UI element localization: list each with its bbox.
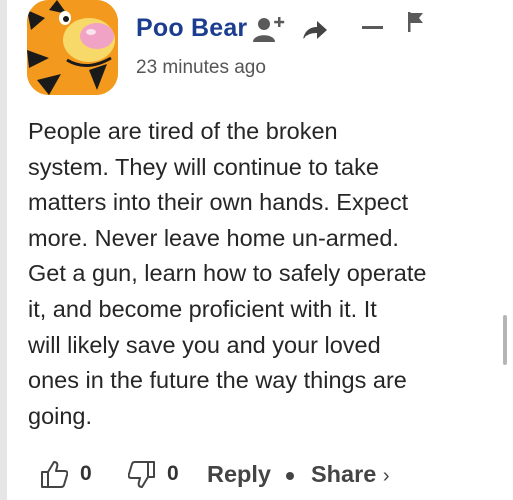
- add-person-icon[interactable]: [253, 15, 287, 43]
- share-arrow-icon[interactable]: [301, 19, 329, 41]
- comment-line: People are tired of the broken: [28, 118, 338, 144]
- separator-dot: [286, 472, 294, 480]
- comment-timestamp: 23 minutes ago: [136, 57, 266, 78]
- comment-line: ones in the future the way things are: [28, 367, 407, 394]
- comment-line: Get a gun, learn how to safely operate: [28, 260, 427, 287]
- share-button[interactable]: Share ›: [311, 461, 390, 488]
- like-count: 0: [80, 462, 92, 485]
- comment-body: People are tired of the broken system. T…: [28, 114, 478, 434]
- minus-icon[interactable]: [362, 26, 383, 29]
- flag-icon[interactable]: [408, 12, 424, 32]
- comment-line: matters into their own hands. Expect: [28, 189, 409, 216]
- thumbs-down-icon[interactable]: [128, 460, 156, 490]
- dislike-count: 0: [167, 462, 179, 485]
- scrollbar[interactable]: [503, 315, 507, 365]
- comment-line: going.: [28, 402, 93, 429]
- comment-actions: 0 0 Reply Share ›: [0, 455, 513, 495]
- comment-line: will likely save you and your loved: [28, 331, 381, 358]
- comment-line: it, and become proficient with it. It: [28, 295, 377, 322]
- comment-author[interactable]: Poo Bear: [136, 14, 247, 43]
- comment-line: more. Never leave home un-armed.: [28, 224, 399, 251]
- share-label: Share: [311, 461, 377, 487]
- avatar[interactable]: [27, 0, 118, 95]
- chevron-right-icon: ›: [382, 465, 390, 487]
- comment-line: system. They will continue to take: [28, 153, 379, 180]
- avatar-image: [27, 0, 118, 95]
- left-thread-rule: [0, 0, 7, 500]
- thumbs-up-icon[interactable]: [40, 459, 68, 489]
- reply-button[interactable]: Reply: [207, 461, 271, 488]
